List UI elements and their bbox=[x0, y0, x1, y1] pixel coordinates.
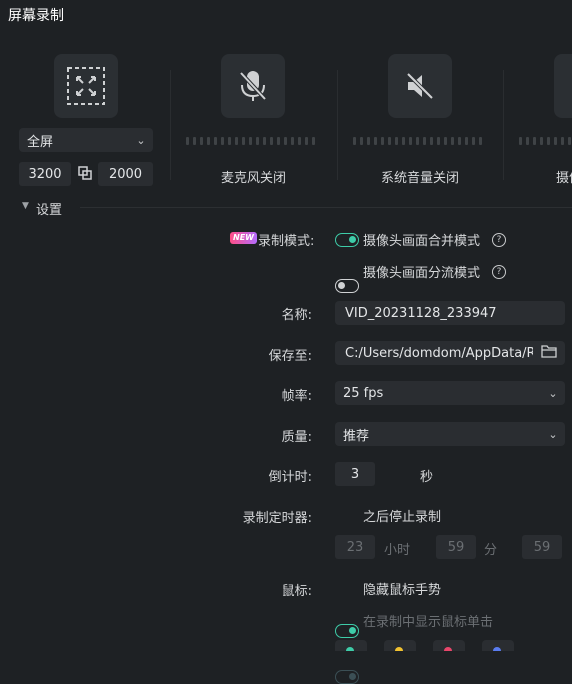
camera-label: 摄像 bbox=[556, 171, 572, 186]
save-path-label: 保存至: bbox=[268, 349, 312, 364]
fps-label: 帧率: bbox=[281, 389, 312, 404]
quality-value: 推荐 bbox=[343, 428, 370, 444]
merge-mode-label: 摄像头画面合并模式 bbox=[363, 234, 481, 249]
countdown-label: 倒计时: bbox=[268, 470, 312, 485]
fps-dropdown[interactable]: 25 fps ⌄ bbox=[335, 381, 565, 405]
save-path-value: C:/Users/domdom/AppData/Roa bbox=[345, 345, 533, 361]
microphone-label: 麦克风关闭 bbox=[221, 171, 287, 186]
quality-dropdown[interactable]: 推荐 ⌄ bbox=[335, 422, 565, 446]
region-mode-value: 全屏 bbox=[27, 134, 54, 150]
new-badge: NEW bbox=[230, 232, 257, 244]
timer-hours-input[interactable]: 23 bbox=[335, 535, 375, 559]
camera-toggle-button[interactable] bbox=[554, 54, 572, 118]
help-icon[interactable]: ? bbox=[492, 233, 506, 247]
fps-value: 25 fps bbox=[343, 385, 384, 401]
countdown-unit: 秒 bbox=[420, 470, 434, 485]
chevron-down-icon: ⌄ bbox=[136, 133, 146, 147]
cursor-swatch-blue bbox=[493, 647, 501, 651]
microphone-off-icon bbox=[239, 71, 267, 101]
divider bbox=[170, 70, 171, 180]
split-mode-toggle[interactable] bbox=[335, 279, 359, 293]
system-audio-label: 系统音量关闭 bbox=[380, 171, 459, 186]
system-audio-toggle-button[interactable] bbox=[388, 54, 452, 118]
collapse-arrow-icon[interactable]: ▼ bbox=[22, 201, 29, 211]
timer-minutes-input[interactable]: 59 bbox=[436, 535, 476, 559]
help-icon[interactable]: ? bbox=[492, 265, 506, 279]
hide-mouse-label: 隐藏鼠标手势 bbox=[363, 583, 442, 598]
expand-icon bbox=[67, 67, 105, 105]
chevron-down-icon: ⌄ bbox=[548, 386, 558, 400]
settings-section-label[interactable]: 设置 bbox=[36, 199, 62, 218]
folder-icon[interactable] bbox=[541, 344, 557, 362]
microphone-level-meter bbox=[186, 137, 315, 145]
timer-hours-unit: 小时 bbox=[384, 543, 411, 558]
divider bbox=[337, 70, 338, 180]
show-click-label: 在录制中显示鼠标单击 bbox=[363, 615, 494, 630]
show-click-toggle[interactable] bbox=[335, 670, 359, 684]
hide-mouse-toggle[interactable] bbox=[335, 624, 359, 638]
fullscreen-region-button[interactable] bbox=[54, 54, 118, 118]
record-mode-label: 录制模式: bbox=[258, 234, 315, 249]
merge-mode-toggle[interactable] bbox=[335, 233, 359, 247]
speaker-off-icon bbox=[406, 72, 434, 100]
region-mode-dropdown[interactable]: 全屏 ⌄ bbox=[19, 128, 153, 152]
filename-value: VID_20231128_233947 bbox=[345, 305, 497, 321]
split-mode-label: 摄像头画面分流模式 bbox=[363, 266, 481, 281]
save-path-input[interactable]: C:/Users/domdom/AppData/Roa bbox=[335, 341, 565, 365]
record-timer-label: 录制定时器: bbox=[242, 511, 312, 526]
camera-level-meter bbox=[519, 137, 572, 145]
cursor-swatch-yellow bbox=[395, 647, 403, 651]
cursor-swatch-red bbox=[444, 647, 452, 651]
timer-seconds-input[interactable]: 59 bbox=[522, 535, 562, 559]
divider bbox=[503, 70, 504, 180]
microphone-toggle-button[interactable] bbox=[221, 54, 285, 118]
filename-input[interactable]: VID_20231128_233947 bbox=[335, 301, 565, 325]
window-title: 屏幕录制 bbox=[8, 8, 64, 24]
name-label: 名称: bbox=[281, 308, 312, 323]
mouse-label: 鼠标: bbox=[281, 584, 312, 599]
region-width-input[interactable]: 3200 bbox=[19, 162, 71, 186]
chevron-down-icon: ⌄ bbox=[548, 427, 558, 441]
timer-minutes-unit: 分 bbox=[484, 543, 498, 558]
cursor-swatch-green bbox=[346, 647, 354, 651]
region-height-input[interactable]: 2000 bbox=[98, 162, 153, 186]
section-divider bbox=[80, 207, 572, 208]
system-audio-level-meter bbox=[353, 137, 482, 145]
countdown-input[interactable]: 3 bbox=[335, 462, 375, 486]
link-aspect-icon[interactable] bbox=[78, 166, 92, 180]
quality-label: 质量: bbox=[281, 430, 312, 445]
record-timer-text: 之后停止录制 bbox=[363, 510, 442, 525]
